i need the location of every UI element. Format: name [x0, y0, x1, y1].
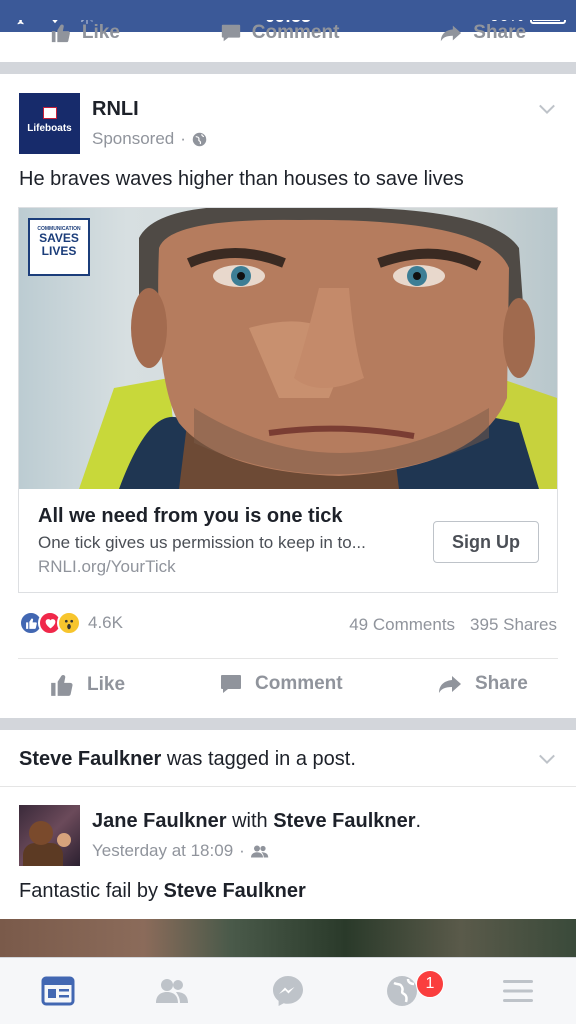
- share-button[interactable]: Share: [437, 672, 528, 696]
- comment-count[interactable]: 49 Comments: [349, 615, 455, 635]
- friends-audience-icon: [250, 845, 269, 857]
- ad-url[interactable]: RNLI.org/YourTick: [38, 557, 176, 577]
- notifications-globe-icon[interactable]: [384, 973, 420, 1009]
- more-menu-icon[interactable]: [500, 973, 536, 1009]
- avatar-child-face: [57, 833, 71, 847]
- post-divider: [0, 62, 576, 74]
- reaction-count: 4.6K: [88, 613, 123, 632]
- post-stats: 49 Comments 395 Shares: [349, 615, 557, 635]
- tagged-post-photo[interactable]: [0, 919, 576, 959]
- wow-reaction-icon: [57, 611, 81, 635]
- text-user-link[interactable]: Steve Faulkner: [164, 880, 306, 902]
- rnli-avatar[interactable]: Lifeboats: [19, 93, 80, 154]
- sign-up-button[interactable]: Sign Up: [433, 521, 539, 563]
- page-name[interactable]: RNLI: [92, 98, 139, 121]
- reactions-summary[interactable]: 4.6K: [19, 611, 123, 635]
- comment-button[interactable]: Comment: [219, 672, 343, 696]
- globe-icon: [192, 132, 207, 146]
- thumbs-up-icon: [51, 675, 73, 696]
- messenger-icon[interactable]: [270, 973, 306, 1009]
- tagged-post-meta: Yesterday at 18:09 ·: [92, 841, 269, 861]
- saves-lives-logo: COMMUNICATION SAVES LIVES: [28, 218, 90, 276]
- like-button[interactable]: Like: [49, 672, 125, 698]
- friend-requests-icon[interactable]: [154, 973, 190, 1009]
- ad-headline[interactable]: All we need from you is one tick: [38, 505, 343, 528]
- avatar-figure: [23, 843, 63, 866]
- comment-icon: [221, 675, 241, 693]
- tagged-post-text: Fantastic fail by Steve Faulkner: [19, 880, 306, 902]
- sponsored-label[interactable]: Sponsored: [92, 129, 174, 149]
- lifeboat-crew-portrait: [79, 208, 557, 489]
- avatar-face: [29, 821, 53, 845]
- tagged-user-link[interactable]: Steve Faulkner: [19, 748, 161, 770]
- tagged-story-header: Steve Faulkner was tagged in a post.: [19, 748, 356, 770]
- story-options-chevron-down-icon[interactable]: [538, 750, 556, 768]
- share-icon: [439, 676, 461, 693]
- rnli-flag-icon: [43, 107, 57, 119]
- author-link[interactable]: Jane Faulkner: [92, 810, 227, 832]
- status-bar-overlay: [0, 0, 576, 32]
- jane-faulkner-avatar[interactable]: [19, 805, 80, 866]
- post-options-chevron-down-icon[interactable]: [538, 100, 556, 118]
- share-count[interactable]: 395 Shares: [470, 615, 557, 635]
- ad-description: One tick gives us permission to keep in …: [38, 533, 366, 552]
- post-actions: Like Comment Share: [0, 672, 576, 706]
- bottom-tab-bar: [0, 957, 576, 1024]
- post-author-line: Jane Faulkner with Steve Faulkner.: [92, 810, 422, 832]
- with-user-link[interactable]: Steve Faulkner: [273, 810, 415, 832]
- notification-badge: 1: [416, 970, 444, 998]
- ad-card[interactable]: COMMUNICATION SAVES LIVES All we need fr…: [18, 207, 558, 593]
- news-feed-icon[interactable]: [40, 973, 76, 1009]
- post-divider: [0, 718, 576, 730]
- post-text: He braves waves higher than houses to sa…: [19, 168, 464, 190]
- story-separator: [0, 786, 576, 787]
- actions-separator: [18, 658, 558, 659]
- meta-separator: ·: [180, 129, 186, 148]
- ad-image[interactable]: COMMUNICATION SAVES LIVES: [19, 208, 557, 489]
- post-meta: Sponsored ·: [92, 129, 207, 149]
- post-timestamp[interactable]: Yesterday at 18:09: [92, 841, 233, 861]
